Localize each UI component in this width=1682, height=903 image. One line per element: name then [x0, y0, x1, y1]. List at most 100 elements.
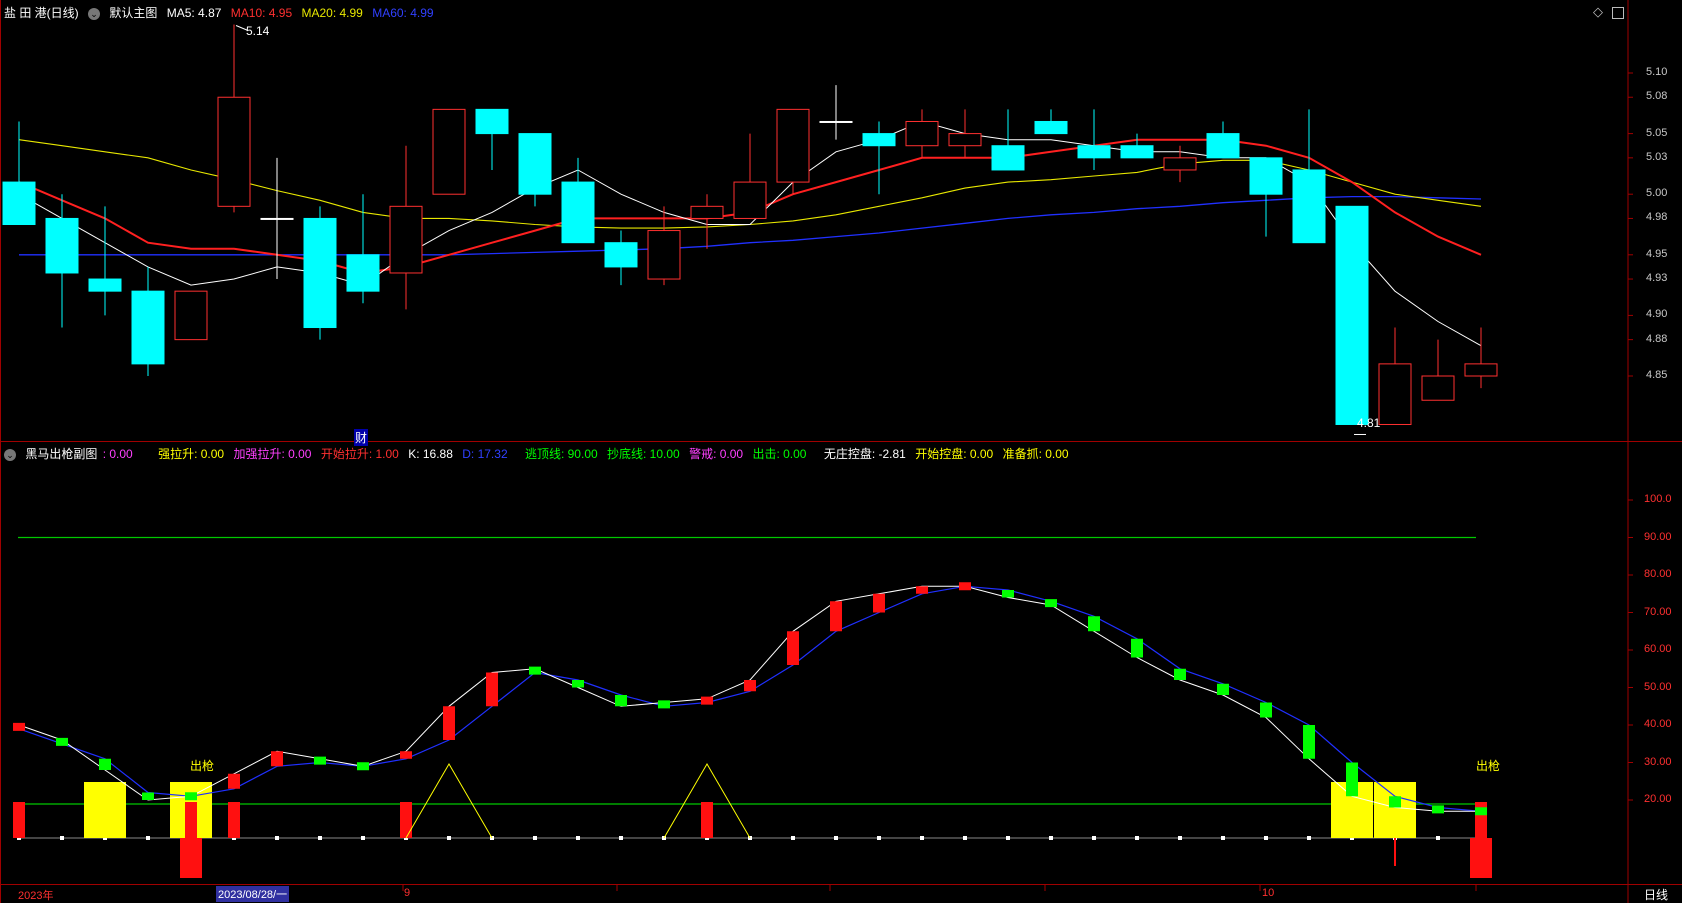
signal-dot: [576, 836, 580, 840]
candle-down: [475, 108, 509, 135]
candle-up: [432, 108, 466, 195]
kd-bar: [744, 680, 756, 692]
candle-down: [131, 290, 165, 365]
yellow-signal-block: [84, 782, 126, 838]
signal-dot: [619, 836, 623, 840]
candle-down: [1206, 133, 1240, 159]
red-negative-bar: [180, 838, 202, 878]
kd-bar: [873, 593, 885, 613]
signal-dot: [791, 836, 795, 840]
candle-down: [1034, 120, 1068, 135]
candle-down: [604, 242, 638, 268]
candle-down: [1120, 145, 1154, 159]
signal-dot: [361, 836, 365, 840]
kd-bar: [142, 792, 154, 800]
kd-bar: [916, 586, 928, 594]
candle-down: [88, 278, 122, 292]
signal-dot: [1092, 836, 1096, 840]
signal-dot: [447, 836, 451, 840]
yellow-signal-block: [1374, 782, 1416, 838]
signal-dot: [60, 836, 64, 840]
cai-marker[interactable]: 财: [354, 429, 369, 446]
yellow-triangle: [405, 763, 493, 839]
kd-bar: [271, 751, 283, 767]
candle-down: [1335, 205, 1369, 425]
kd-bar: [1131, 638, 1143, 658]
candle-up: [905, 120, 939, 147]
kd-bar: [13, 722, 25, 731]
kd-bar: [1475, 807, 1487, 816]
kd-bar: [1217, 683, 1229, 695]
kd-bar: [1088, 616, 1100, 632]
candle-down: [260, 217, 294, 220]
red-negative-bar: [1394, 838, 1396, 866]
chuqiang-label-left: 出枪: [190, 759, 215, 773]
kd-bar: [400, 751, 412, 759]
kd-bar: [314, 756, 326, 765]
kd-bar: [228, 773, 240, 789]
red-negative-bar: [1470, 838, 1492, 878]
kd-bar: [1389, 796, 1401, 808]
candle-up: [389, 205, 423, 274]
red-signal-bar: [13, 802, 25, 838]
candle-down: [991, 145, 1025, 171]
signal-dot: [1006, 836, 1010, 840]
candle-up: [776, 108, 810, 183]
candle-down: [1292, 169, 1326, 244]
candle-down: [45, 217, 79, 274]
signal-dot: [146, 836, 150, 840]
kd-bar: [185, 792, 197, 801]
red-signal-bar: [400, 802, 412, 838]
signal-dot: [834, 836, 838, 840]
candle-down: [346, 254, 380, 292]
kd-bar: [1303, 725, 1315, 759]
kd-bar: [529, 666, 541, 675]
candle-up: [174, 290, 208, 341]
signal-dot: [1049, 836, 1053, 840]
kd-bar: [443, 706, 455, 740]
kd-bar: [1174, 668, 1186, 680]
signal-dot: [1307, 836, 1311, 840]
low-price-label: 4.81: [1357, 416, 1381, 430]
kline-chart[interactable]: [0, 0, 1682, 903]
candle-down: [862, 133, 896, 147]
kd-bar: [1045, 599, 1057, 608]
kline-screen: 盐 田 港(日线) ⌄ 默认主图 MA5: 4.87 MA10: 4.95 MA…: [0, 0, 1682, 903]
candle-up: [1163, 157, 1197, 171]
candle-up: [1464, 363, 1498, 377]
kd-bar: [701, 696, 713, 705]
signal-dot: [1264, 836, 1268, 840]
kd-bar: [99, 758, 111, 770]
candle-up: [948, 133, 982, 147]
red-signal-bar: [228, 802, 240, 838]
candle-up: [733, 181, 767, 219]
candle-down: [561, 181, 595, 244]
period-button[interactable]: 日线: [1644, 886, 1668, 903]
candle-up: [690, 205, 724, 219]
month-label-9: 9: [404, 887, 411, 899]
candle-down: [1249, 157, 1283, 195]
signal-dot: [275, 836, 279, 840]
kd-bar: [615, 695, 627, 707]
kd-bar: [658, 700, 670, 709]
kd-bar: [787, 631, 799, 665]
candle-up: [1378, 363, 1412, 425]
candle-down: [2, 181, 36, 225]
chuqiang-label-right: 出枪: [1476, 759, 1501, 773]
kd-bar: [572, 680, 584, 688]
signal-dot: [1135, 836, 1139, 840]
candle-down: [303, 217, 337, 329]
signal-dot: [920, 836, 924, 840]
candle-up: [647, 230, 681, 280]
kd-bar: [1432, 805, 1444, 814]
month-label-10: 10: [1262, 887, 1275, 899]
high-price-label: 5.14: [246, 24, 270, 38]
signal-dot: [963, 836, 967, 840]
signal-dot: [1221, 836, 1225, 840]
candle-up: [217, 96, 251, 207]
signal-dot: [318, 836, 322, 840]
signal-dot: [1178, 836, 1182, 840]
cursor-date-label[interactable]: 2023/08/28/一: [216, 886, 290, 902]
kd-bar: [1346, 762, 1358, 797]
signal-dot: [533, 836, 537, 840]
